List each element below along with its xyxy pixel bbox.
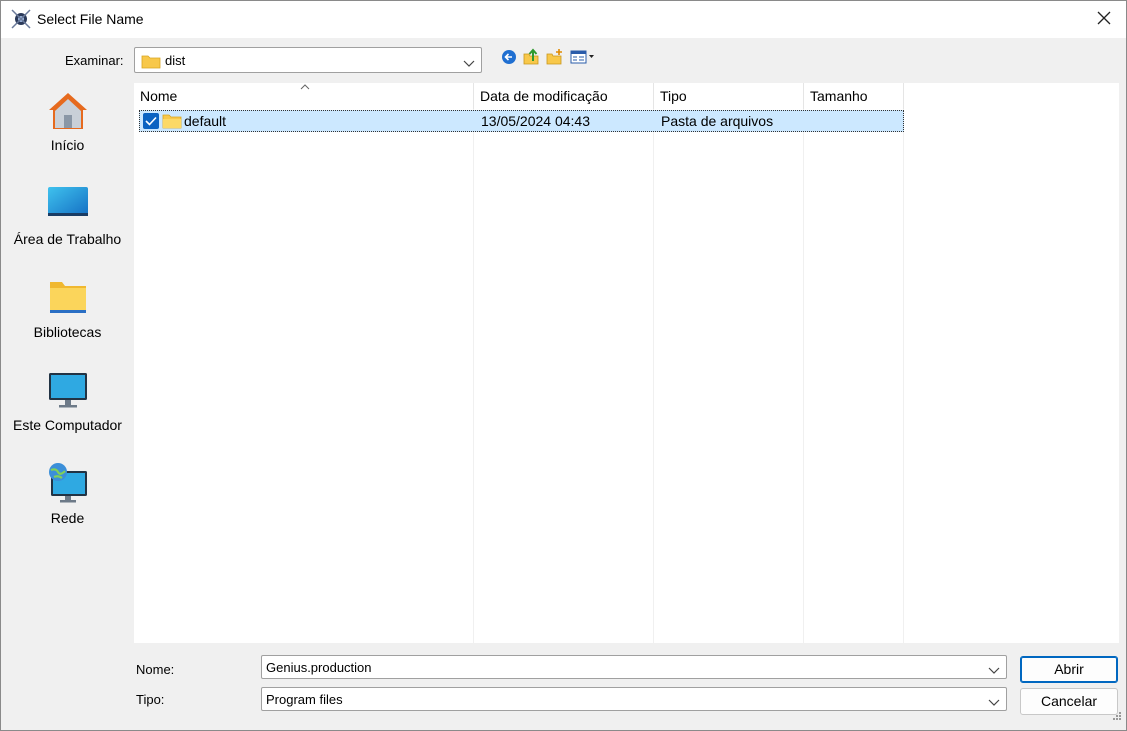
file-name-label: Nome: — [136, 662, 175, 677]
sidebar-item-label: Rede — [50, 510, 85, 526]
file-dialog: Select File Name Examinar: dist Início Á… — [0, 0, 1127, 731]
network-icon — [46, 462, 90, 506]
sidebar-item-label: Bibliotecas — [33, 324, 102, 340]
column-divider — [903, 109, 904, 643]
look-in-label: Examinar: — [65, 53, 124, 68]
view-menu-icon — [570, 49, 598, 70]
sidebar-item-label: Início — [50, 137, 85, 153]
row-type: Pasta de arquivos — [661, 113, 774, 129]
column-divider — [473, 109, 474, 643]
file-type-dropdown[interactable]: Program files — [261, 687, 1007, 711]
sidebar-item-label: Área de Trabalho — [13, 231, 122, 247]
back-button[interactable] — [499, 49, 519, 69]
computer-icon — [46, 369, 90, 413]
column-header-type[interactable]: Tipo — [654, 83, 804, 109]
row-modified: 13/05/2024 04:43 — [481, 113, 590, 129]
new-folder-button[interactable] — [545, 48, 565, 71]
file-type-value: Program files — [266, 692, 343, 707]
file-name-field[interactable]: Genius.production — [261, 655, 1007, 679]
sidebar-item-network[interactable]: Rede — [7, 462, 128, 528]
window-title: Select File Name — [37, 11, 144, 27]
title-bar: Select File Name — [1, 1, 1126, 39]
column-header-size[interactable]: Tamanho — [804, 83, 904, 109]
column-header-name[interactable]: Nome — [134, 83, 474, 109]
up-folder-icon — [522, 47, 540, 71]
back-icon — [501, 49, 517, 70]
folder-icon — [162, 112, 182, 135]
chevron-down-icon[interactable] — [988, 662, 1000, 680]
chevron-down-icon — [463, 55, 475, 73]
column-divider — [653, 109, 654, 643]
close-icon — [1097, 11, 1111, 30]
folder-icon — [141, 53, 161, 74]
sidebar-item-libraries[interactable]: Bibliotecas — [7, 276, 128, 342]
table-row[interactable]: default 13/05/2024 04:43 Pasta de arquiv… — [139, 110, 904, 132]
cancel-button[interactable]: Cancelar — [1020, 688, 1118, 715]
view-menu-button[interactable] — [569, 49, 599, 69]
look-in-value: dist — [165, 53, 186, 68]
app-icon — [11, 9, 31, 29]
resize-grip-icon[interactable] — [1112, 708, 1122, 726]
row-checkbox[interactable] — [143, 113, 159, 129]
close-button[interactable] — [1082, 1, 1126, 39]
places-sidebar: Início Área de Trabalho Bibliotecas Este… — [7, 83, 128, 723]
look-in-dropdown[interactable]: dist — [134, 47, 482, 73]
new-folder-icon — [546, 48, 564, 71]
desktop-icon — [46, 183, 90, 227]
chevron-down-icon — [988, 694, 1000, 712]
libraries-icon — [46, 276, 90, 320]
row-name: default — [184, 113, 227, 129]
file-type-label: Tipo: — [136, 692, 165, 707]
sidebar-item-desktop[interactable]: Área de Trabalho — [7, 183, 128, 249]
sidebar-item-computer[interactable]: Este Computador — [7, 369, 128, 435]
sidebar-item-inicio[interactable]: Início — [7, 89, 128, 155]
column-divider — [803, 109, 804, 643]
sidebar-item-label: Este Computador — [13, 417, 122, 433]
column-header-modified[interactable]: Data de modificação — [474, 83, 654, 109]
file-name-value: Genius.production — [266, 660, 372, 675]
file-list[interactable]: Nome Data de modificação Tipo Tamanho de… — [134, 83, 1119, 643]
up-folder-button[interactable] — [521, 47, 541, 71]
home-icon — [46, 89, 90, 133]
open-button[interactable]: Abrir — [1020, 656, 1118, 683]
